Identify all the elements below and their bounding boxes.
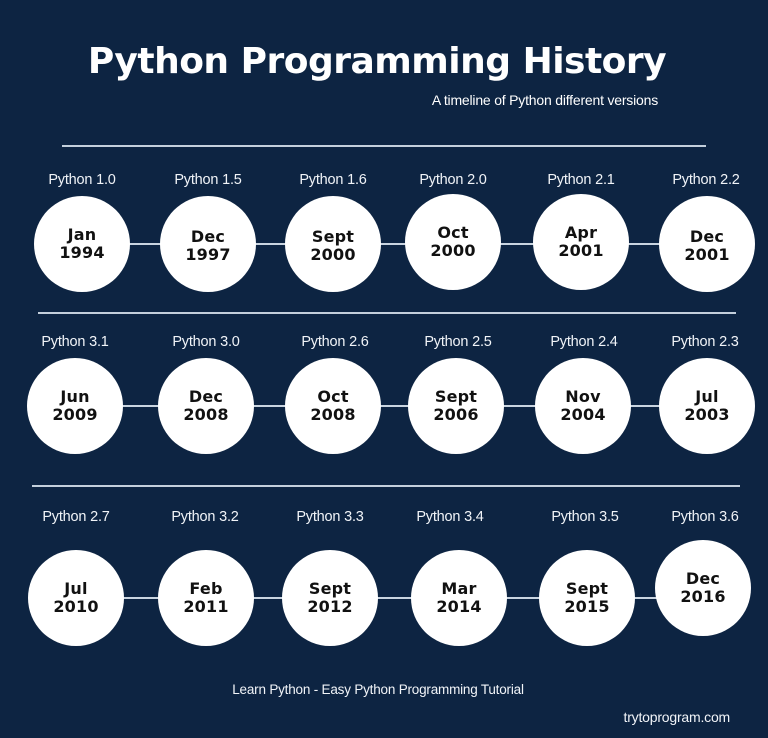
- release-month: Oct: [317, 387, 349, 406]
- version-label: Python 1.0: [48, 172, 116, 188]
- release-year: 2014: [436, 597, 482, 616]
- release-date-circle: Sept 2000: [285, 196, 381, 292]
- version-label: Python 1.6: [299, 172, 367, 188]
- page-title: Python Programming History: [87, 41, 667, 82]
- divider-bottom: [32, 485, 740, 487]
- release-date-circle: Dec 2001: [659, 196, 755, 292]
- release-year: 2012: [307, 597, 353, 616]
- release-date-circle: Oct 2000: [405, 194, 501, 290]
- divider-middle: [38, 312, 736, 314]
- version-label: Python 2.4: [550, 334, 618, 350]
- release-month: Feb: [189, 579, 223, 598]
- release-month: Jan: [67, 225, 97, 244]
- release-date-circle: Jan 1994: [34, 196, 130, 292]
- release-month: Oct: [437, 223, 469, 242]
- release-year: 2010: [53, 597, 99, 616]
- version-label: Python 3.5: [551, 509, 619, 525]
- release-year: 2003: [684, 405, 730, 424]
- version-label: Python 3.3: [296, 509, 364, 525]
- footer-site-name: trytoprogram.com: [623, 709, 731, 725]
- version-label: Python 2.1: [547, 172, 615, 188]
- release-month: Sept: [565, 579, 609, 598]
- version-label: Python 3.6: [671, 509, 739, 525]
- divider-top: [62, 145, 706, 147]
- release-month: Dec: [188, 387, 224, 406]
- release-month: Dec: [689, 227, 725, 246]
- version-label: Python 2.7: [42, 509, 110, 525]
- release-date-circle: Dec 2008: [158, 358, 254, 454]
- release-year: 2000: [310, 245, 356, 264]
- release-year: 1994: [59, 243, 105, 262]
- version-label: Python 2.5: [424, 334, 492, 350]
- release-month: Sept: [311, 227, 355, 246]
- version-label: Python 2.6: [301, 334, 369, 350]
- release-date-circle: Jul 2010: [28, 550, 124, 646]
- release-date-circle: Mar 2014: [411, 550, 507, 646]
- release-year: 2001: [684, 245, 730, 264]
- version-label: Python 2.0: [419, 172, 487, 188]
- release-month: Mar: [441, 579, 477, 598]
- version-label: Python 2.3: [671, 334, 739, 350]
- release-date-circle: Feb 2011: [158, 550, 254, 646]
- release-month: Jul: [64, 579, 88, 598]
- release-year: 2008: [310, 405, 356, 424]
- version-label: Python 3.2: [171, 509, 239, 525]
- release-date-circle: Dec 1997: [160, 196, 256, 292]
- release-year: 2004: [560, 405, 606, 424]
- release-year: 2008: [183, 405, 229, 424]
- version-label: Python 1.5: [174, 172, 242, 188]
- release-date-circle: Dec 2016: [655, 540, 751, 636]
- release-month: Nov: [565, 387, 601, 406]
- version-label: Python 2.2: [672, 172, 740, 188]
- release-date-circle: Jun 2009: [27, 358, 123, 454]
- release-month: Sept: [308, 579, 352, 598]
- release-year: 2011: [183, 597, 229, 616]
- footer-tagline: Learn Python - Easy Python Programming T…: [232, 682, 524, 697]
- version-label: Python 3.0: [172, 334, 240, 350]
- release-month: Dec: [685, 569, 721, 588]
- release-month: Dec: [190, 227, 226, 246]
- release-year: 2000: [430, 241, 476, 260]
- release-date-circle: Jul 2003: [659, 358, 755, 454]
- release-year: 1997: [185, 245, 231, 264]
- page-subtitle: A timeline of Python different versions: [431, 92, 658, 108]
- release-date-circle: Apr 2001: [533, 194, 629, 290]
- release-date-circle: Sept 2006: [408, 358, 504, 454]
- release-date-circle: Nov 2004: [535, 358, 631, 454]
- release-year: 2016: [680, 587, 726, 606]
- release-date-circle: Sept 2012: [282, 550, 378, 646]
- release-month: Jun: [60, 387, 90, 406]
- release-year: 2015: [564, 597, 610, 616]
- version-label: Python 3.4: [416, 509, 484, 525]
- release-year: 2009: [52, 405, 98, 424]
- release-year: 2006: [433, 405, 479, 424]
- version-label: Python 3.1: [41, 334, 109, 350]
- release-date-circle: Sept 2015: [539, 550, 635, 646]
- release-date-circle: Oct 2008: [285, 358, 381, 454]
- release-month: Sept: [434, 387, 478, 406]
- release-year: 2001: [558, 241, 604, 260]
- release-month: Jul: [695, 387, 719, 406]
- release-month: Apr: [564, 223, 598, 242]
